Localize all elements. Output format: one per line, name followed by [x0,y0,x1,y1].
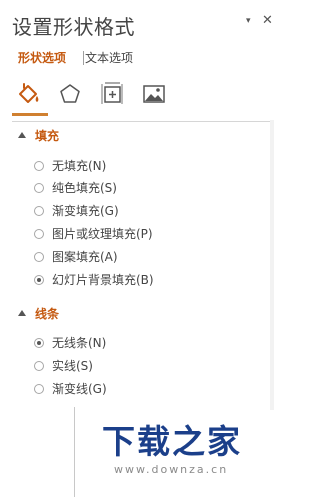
radio-button-checked[interactable] [34,275,44,285]
watermark-logo: 下载之家 [102,422,242,461]
pane-title: 设置形状格式 [12,15,135,39]
radio-button[interactable] [34,252,44,262]
separator-line [74,407,75,497]
picture-icon[interactable] [138,78,170,110]
option-label: 无线条(N) [52,336,107,350]
option-label: 渐变线(G) [52,382,107,396]
option-label: 渐变填充(G) [52,204,119,218]
option-label: 无填充(N) [52,159,107,173]
category-divider [12,121,271,122]
radio-button-checked[interactable] [34,338,44,348]
radio-button[interactable] [34,361,44,371]
option-label: 纯色填充(S) [52,181,117,195]
radio-button[interactable] [34,206,44,216]
tab-text-options[interactable]: 文本选项 [85,50,133,66]
selected-category-indicator [12,113,48,116]
radio-button[interactable] [34,183,44,193]
option-label: 图片或纹理填充(P) [52,227,153,241]
radio-button[interactable] [34,384,44,394]
scrollbar[interactable] [270,120,274,410]
radio-button[interactable] [34,229,44,239]
watermark-url: www.downza.cn [114,463,229,476]
effects-icon[interactable] [54,78,86,110]
tab-shape-options[interactable]: 形状选项 [18,50,66,66]
format-shape-pane: 设置形状格式 ▾ ✕ 形状选项 文本选项 填充 无填充(N) 纯色填充(S) 渐… [0,0,286,497]
tab-separator [83,51,84,65]
close-icon[interactable]: ✕ [262,14,273,28]
section-fill-title: 填充 [35,129,60,143]
option-label: 幻灯片背景填充(B) [52,273,154,287]
task-pane-options-dropdown-icon[interactable]: ▾ [246,14,251,28]
option-label: 实线(S) [52,359,93,373]
watermark: 下载之家 www.downza.cn [102,422,242,477]
fill-line-icon[interactable] [12,78,44,110]
size-properties-icon[interactable] [96,78,128,110]
collapse-triangle-icon [18,132,26,138]
collapse-triangle-icon [18,310,26,316]
radio-button[interactable] [34,161,44,171]
option-label: 图案填充(A) [52,250,118,264]
section-line-title: 线条 [35,307,60,321]
